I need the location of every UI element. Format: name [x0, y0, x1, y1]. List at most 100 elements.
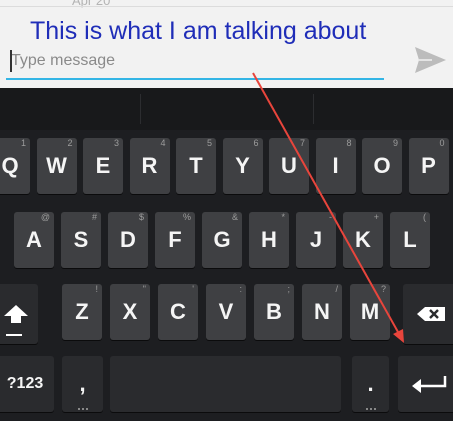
- key-hint: !: [95, 284, 98, 294]
- key-c[interactable]: ' C: [158, 284, 198, 340]
- key-k[interactable]: + K: [343, 212, 383, 268]
- key-label: G: [213, 227, 231, 252]
- spacebar[interactable]: [110, 356, 341, 412]
- key-label: U: [281, 153, 297, 178]
- soft-keyboard: 1Q2W3E4R5T6Y7U8I9O0P @ A # S $ D% F & G * H - J + K(L …: [0, 88, 453, 421]
- key-l[interactable]: (L: [390, 212, 430, 268]
- key-hint: (: [423, 212, 426, 222]
- key-label: D: [120, 227, 136, 252]
- conversation-area: Apr 20 This is what I am talking about: [0, 0, 453, 88]
- key-hint: /: [335, 284, 338, 294]
- key-label: W: [46, 153, 67, 178]
- key-label: C: [170, 299, 186, 324]
- key-label: I: [332, 153, 339, 178]
- key-label: R: [141, 153, 158, 178]
- key-label: H: [261, 227, 277, 252]
- key-label: S: [73, 227, 89, 252]
- key-hint: 2: [67, 138, 73, 148]
- key-hint: -: [329, 212, 332, 222]
- key-t[interactable]: 5T: [176, 138, 216, 194]
- key-hint: 7: [299, 138, 305, 148]
- key-hint: @: [40, 212, 50, 222]
- enter-icon: [411, 376, 446, 393]
- key-hint: +: [373, 212, 379, 222]
- key-hint: 9: [392, 138, 398, 148]
- key-i[interactable]: 8I: [315, 138, 356, 194]
- key-a[interactable]: @ A: [14, 212, 54, 268]
- key-q[interactable]: 1Q: [0, 138, 30, 194]
- key-hint: 8: [346, 138, 352, 148]
- key-hint: 4: [160, 138, 166, 148]
- key-label: N: [314, 299, 330, 324]
- key-label: J: [309, 227, 323, 252]
- key-u[interactable]: 7U: [269, 138, 309, 194]
- key-label: Q: [1, 153, 19, 178]
- key-b[interactable]: ; B: [254, 284, 294, 340]
- enter-key[interactable]: [398, 356, 453, 412]
- key-label: O: [373, 153, 391, 178]
- key-o[interactable]: 9O: [362, 138, 402, 194]
- period-key[interactable]: .: [352, 356, 389, 412]
- comma-key[interactable]: ,: [62, 356, 103, 412]
- send-button[interactable]: [412, 42, 448, 78]
- annotation-text: This is what I am talking about: [30, 17, 367, 45]
- compose-field[interactable]: [6, 44, 384, 80]
- message-divider: [0, 6, 453, 7]
- key-m[interactable]: ? M: [350, 284, 390, 340]
- key-v[interactable]: :V: [206, 284, 246, 340]
- key-hint: ?: [380, 284, 386, 294]
- symbols-key[interactable]: ?123: [0, 356, 54, 412]
- key-label: P: [421, 153, 436, 178]
- key-p[interactable]: 0P: [408, 138, 449, 194]
- key-hint: 0: [439, 138, 445, 148]
- key-e[interactable]: 3E: [83, 138, 123, 194]
- key-hint: :: [239, 284, 242, 294]
- backspace-icon: [417, 307, 445, 321]
- key-hint: &: [231, 212, 238, 222]
- key-label: V: [218, 299, 234, 324]
- key-label: B: [266, 299, 282, 324]
- message-input[interactable]: [6, 44, 384, 80]
- key-hint: %: [182, 212, 191, 222]
- key-hint: 3: [113, 138, 119, 148]
- strip-divider: [140, 94, 141, 124]
- key-y[interactable]: 6Y: [222, 138, 263, 194]
- key-label: X: [122, 299, 138, 324]
- key-r[interactable]: 4R: [129, 138, 170, 194]
- key-d[interactable]: $ D: [108, 212, 148, 268]
- key-hint: ;: [287, 284, 290, 294]
- key-hint: $: [138, 212, 144, 222]
- key-s[interactable]: # S: [61, 212, 101, 268]
- key-f[interactable]: % F: [155, 212, 195, 268]
- key-label: M: [360, 299, 380, 324]
- key-label: L: [403, 227, 417, 252]
- key-h[interactable]: * H: [249, 212, 289, 268]
- period-key-label: .: [367, 371, 374, 396]
- key-hint: ': [192, 284, 194, 294]
- key-label: T: [189, 153, 203, 178]
- settings-dots: [77, 408, 88, 410]
- key-label: Z: [75, 299, 89, 324]
- key-x[interactable]: " X: [110, 284, 150, 340]
- key-z[interactable]: ! Z: [62, 284, 102, 340]
- shift-key[interactable]: [0, 284, 38, 344]
- shift-underline: [6, 334, 22, 336]
- key-hint: #: [91, 212, 97, 222]
- send-icon: [415, 47, 446, 73]
- key-n[interactable]: / N: [302, 284, 342, 340]
- key-hint: ": [142, 284, 146, 294]
- comma-key-label: ,: [79, 371, 86, 396]
- key-hint: 1: [20, 138, 26, 148]
- text-cursor: [10, 50, 12, 72]
- key-w[interactable]: 2W: [36, 138, 77, 194]
- key-label: E: [95, 153, 111, 178]
- key-hint: *: [281, 212, 285, 222]
- symbols-key-label: ?123: [6, 375, 44, 392]
- key-hint: 6: [253, 138, 259, 148]
- key-g[interactable]: & G: [202, 212, 242, 268]
- key-label: Y: [235, 153, 250, 178]
- key-label: F: [168, 227, 182, 252]
- backspace-key[interactable]: [403, 284, 453, 344]
- key-label: A: [26, 227, 42, 252]
- key-j[interactable]: -J: [296, 212, 336, 268]
